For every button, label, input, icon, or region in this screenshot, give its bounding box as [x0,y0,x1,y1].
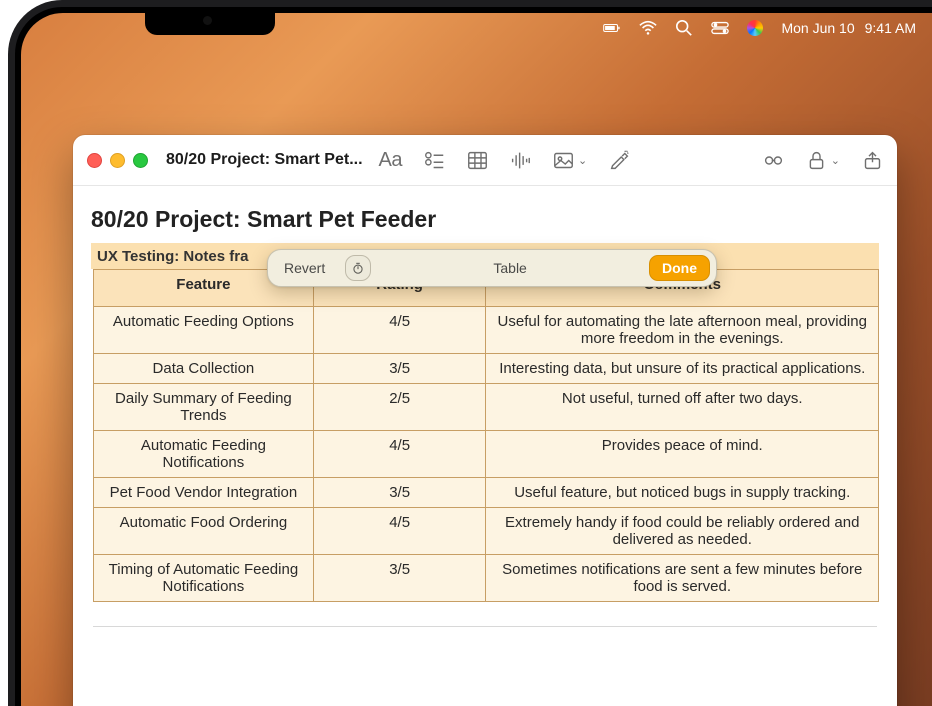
zoom-window-button[interactable] [133,153,148,168]
cell-feature[interactable]: Data Collection [94,354,314,384]
cell-comments[interactable]: Sometimes notifications are sent a few m… [486,555,879,602]
checklist-button[interactable] [424,150,445,171]
table-row[interactable]: Pet Food Vendor Integration 3/5 Useful f… [94,478,879,508]
control-center-icon[interactable] [711,19,729,37]
traffic-lights [87,153,148,168]
menubar-date: Mon Jun 10 [781,20,854,36]
cell-feature[interactable]: Pet Food Vendor Integration [94,478,314,508]
minimize-window-button[interactable] [110,153,125,168]
link-button[interactable] [763,150,784,171]
close-window-button[interactable] [87,153,102,168]
menubar-time: 9:41 AM [865,20,916,36]
cell-rating[interactable]: 3/5 [313,478,486,508]
cell-feature[interactable]: Timing of Automatic Feeding Notification… [94,555,314,602]
cell-feature[interactable]: Automatic Food Ordering [94,508,314,555]
cell-rating[interactable]: 4/5 [313,307,486,354]
cell-comments[interactable]: Useful feature, but noticed bugs in supp… [486,478,879,508]
toolbar-left-group: Aa ⌄ [379,149,631,172]
chevron-down-icon: ⌄ [831,154,840,167]
app-window: 80/20 Project: Smart Pet... Aa ⌄ [73,135,897,706]
battery-icon[interactable] [603,19,621,37]
insert-table-button[interactable] [467,150,488,171]
document-title: 80/20 Project: Smart Pet Feeder [77,196,893,239]
spotlight-icon[interactable] [675,19,693,37]
format-text-button[interactable]: Aa [379,149,402,172]
window-titlebar: 80/20 Project: Smart Pet... Aa ⌄ [73,135,897,186]
cell-rating[interactable]: 3/5 [313,555,486,602]
table-row[interactable]: Automatic Food Ordering 4/5 Extremely ha… [94,508,879,555]
desktop-wallpaper: Mon Jun 10 9:41 AM 80/20 Project: Smart … [21,13,932,706]
wifi-icon[interactable] [639,19,657,37]
cell-comments[interactable]: Provides peace of mind. [486,431,879,478]
cell-rating[interactable]: 4/5 [313,431,486,478]
share-button[interactable] [862,150,883,171]
table-row[interactable]: Automatic Feeding Notifications 4/5 Prov… [94,431,879,478]
chevron-down-icon: ⌄ [578,154,587,167]
cell-comments[interactable]: Interesting data, but unsure of its prac… [486,354,879,384]
document-subheading-text: UX Testing: Notes fra [97,248,248,265]
cell-comments[interactable]: Extremely handy if food could be reliabl… [486,508,879,555]
features-table[interactable]: Feature Rating Comments Automatic Feedin… [93,269,879,602]
revert-button[interactable]: Revert [274,256,335,280]
lock-button[interactable]: ⌄ [806,150,840,171]
audio-waveform-button[interactable] [510,150,531,171]
cell-comments[interactable]: Not useful, turned off after two days. [486,384,879,431]
insert-media-button[interactable]: ⌄ [553,150,587,171]
siri-icon[interactable] [747,20,763,36]
window-title: 80/20 Project: Smart Pet... [166,151,363,169]
cell-comments[interactable]: Useful for automating the late afternoon… [486,307,879,354]
cell-feature[interactable]: Daily Summary of Feeding Trends [94,384,314,431]
cell-rating[interactable]: 3/5 [313,354,486,384]
cell-rating[interactable]: 4/5 [313,508,486,555]
cell-rating[interactable]: 2/5 [313,384,486,431]
cell-feature[interactable]: Automatic Feeding Notifications [94,431,314,478]
section-divider [93,626,877,627]
toolbar-right-group: ⌄ [763,150,883,171]
menubar-datetime[interactable]: Mon Jun 10 9:41 AM [781,20,916,36]
camera [203,16,212,25]
table-row[interactable]: Automatic Feeding Options 4/5 Useful for… [94,307,879,354]
writing-tools-button[interactable] [609,150,630,171]
adjust-dial-button[interactable] [345,255,371,281]
table-row[interactable]: Daily Summary of Feeding Trends 2/5 Not … [94,384,879,431]
table-row[interactable]: Timing of Automatic Feeding Notification… [94,555,879,602]
pill-mode-label: Table [381,260,639,276]
writing-tools-pill: Revert Table Done [267,249,717,287]
mac-device-frame: Mon Jun 10 9:41 AM 80/20 Project: Smart … [8,0,932,706]
cell-feature[interactable]: Automatic Feeding Options [94,307,314,354]
table-row[interactable]: Data Collection 3/5 Interesting data, bu… [94,354,879,384]
done-button[interactable]: Done [649,255,710,281]
